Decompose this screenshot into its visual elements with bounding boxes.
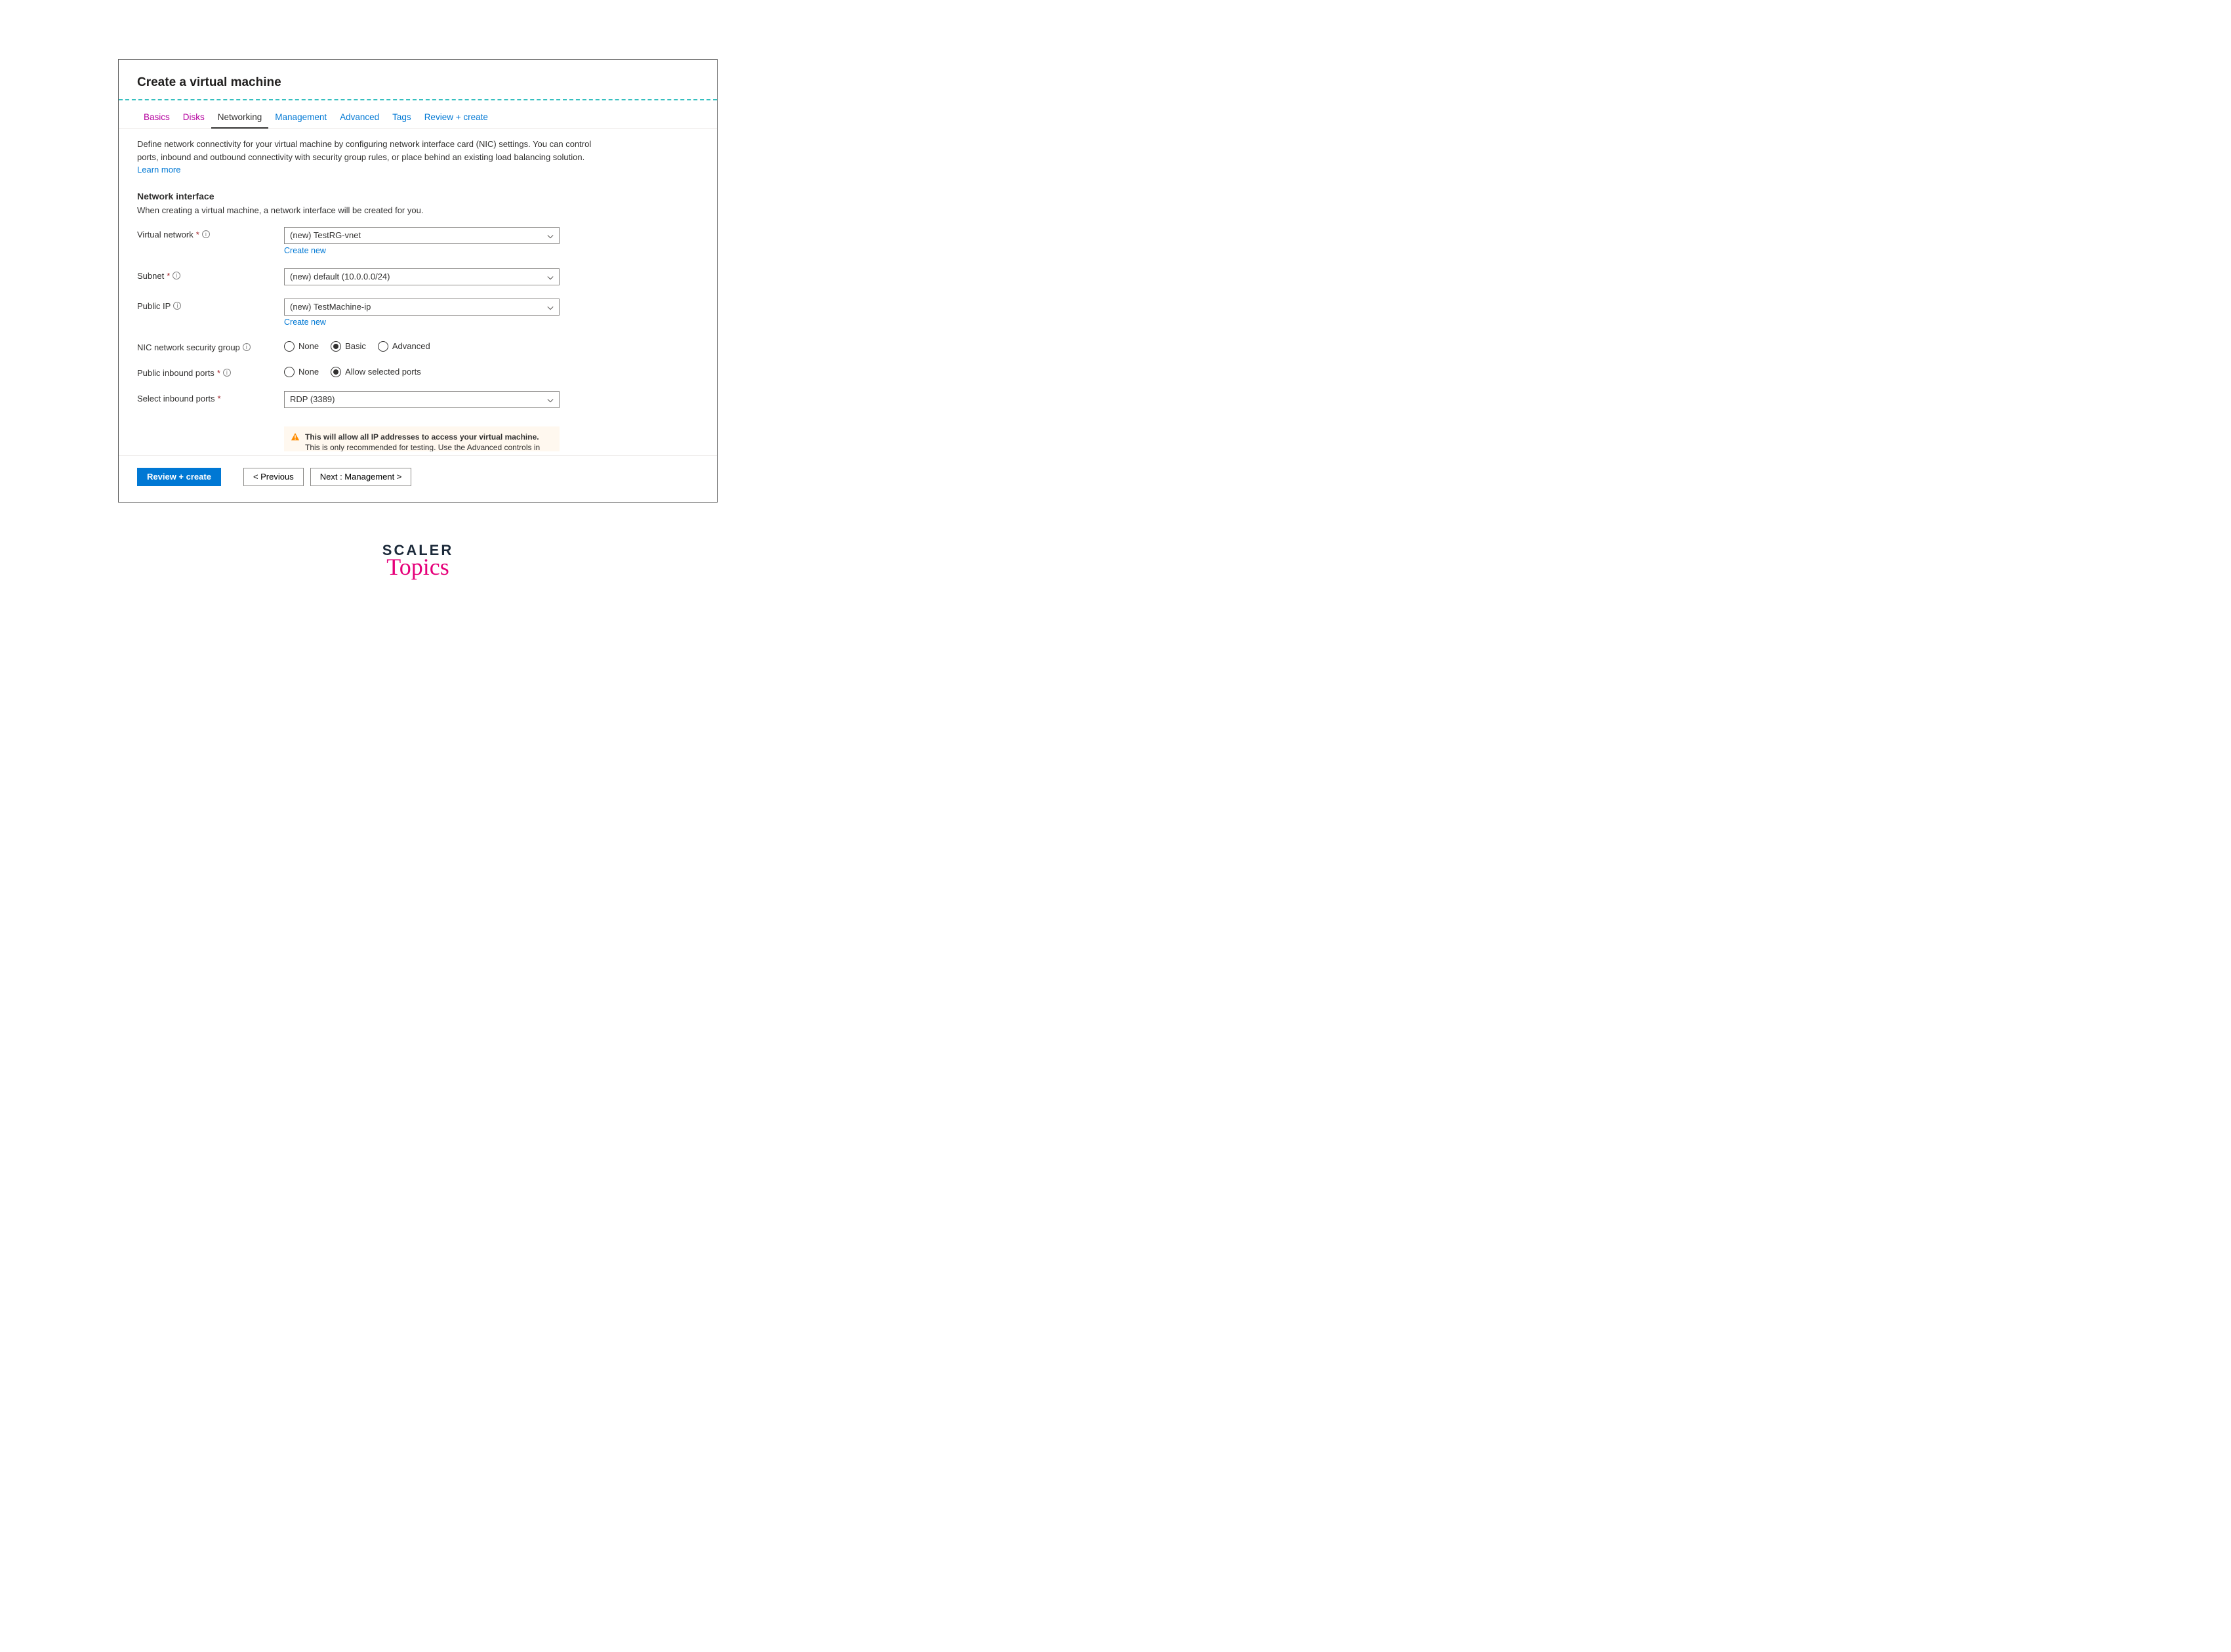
warning-icon bbox=[291, 432, 300, 442]
field-subnet: Subnet * i (new) default (10.0.0.0/24) bbox=[137, 268, 699, 285]
subnet-label: Subnet bbox=[137, 271, 164, 281]
warning-rest: This is only recommended for testing. Us… bbox=[305, 443, 540, 451]
section-subheading: When creating a virtual machine, a netwo… bbox=[137, 205, 699, 215]
wizard-footer: Review + create < Previous Next : Manage… bbox=[119, 456, 717, 502]
review-create-button[interactable]: Review + create bbox=[137, 468, 221, 486]
vnet-dropdown[interactable]: (new) TestRG-vnet bbox=[284, 227, 560, 244]
radio-icon bbox=[331, 341, 341, 352]
tab-disks[interactable]: Disks bbox=[176, 108, 211, 128]
page-title: Create a virtual machine bbox=[137, 75, 699, 90]
title-bar: Create a virtual machine bbox=[119, 60, 717, 100]
chevron-down-icon bbox=[547, 396, 554, 403]
brand-bottom: Topics bbox=[0, 555, 836, 579]
inbound-none-label: None bbox=[298, 367, 319, 377]
nsg-none-label: None bbox=[298, 341, 319, 351]
radio-icon bbox=[331, 367, 341, 377]
field-select-ports: Select inbound ports * RDP (3389) bbox=[137, 391, 699, 408]
vm-create-panel: Create a virtual machine Basics Disks Ne… bbox=[118, 59, 718, 503]
publicip-dropdown[interactable]: (new) TestMachine-ip bbox=[284, 299, 560, 316]
nsg-radio-advanced[interactable]: Advanced bbox=[378, 341, 430, 352]
chevron-down-icon bbox=[547, 232, 554, 239]
port-warning: This will allow all IP addresses to acce… bbox=[284, 426, 560, 451]
watermark: SCALER Topics bbox=[0, 542, 836, 579]
tab-networking[interactable]: Networking bbox=[211, 108, 269, 129]
required-marker: * bbox=[218, 394, 221, 403]
subnet-value: (new) default (10.0.0.0/24) bbox=[290, 272, 390, 281]
select-ports-label: Select inbound ports bbox=[137, 394, 215, 403]
radio-icon bbox=[284, 367, 295, 377]
info-icon[interactable]: i bbox=[202, 230, 210, 238]
warning-bold: This will allow all IP addresses to acce… bbox=[305, 432, 539, 442]
tab-advanced[interactable]: Advanced bbox=[333, 108, 386, 128]
field-virtual-network: Virtual network * i (new) TestRG-vnet Cr… bbox=[137, 227, 699, 255]
nsg-advanced-label: Advanced bbox=[392, 341, 430, 351]
required-marker: * bbox=[167, 271, 170, 281]
nsg-label: NIC network security group bbox=[137, 342, 240, 352]
required-marker: * bbox=[196, 230, 199, 239]
nsg-basic-label: Basic bbox=[345, 341, 366, 351]
tab-review[interactable]: Review + create bbox=[418, 108, 495, 128]
previous-button[interactable]: < Previous bbox=[243, 468, 304, 486]
select-ports-value: RDP (3389) bbox=[290, 394, 335, 404]
tab-basics[interactable]: Basics bbox=[137, 108, 176, 128]
publicip-label: Public IP bbox=[137, 301, 171, 311]
inbound-radio-allow[interactable]: Allow selected ports bbox=[331, 367, 421, 377]
vnet-label: Virtual network bbox=[137, 230, 194, 239]
chevron-down-icon bbox=[547, 304, 554, 310]
section-heading: Network interface bbox=[137, 191, 699, 201]
info-icon[interactable]: i bbox=[243, 343, 251, 351]
required-marker: * bbox=[217, 368, 220, 378]
inbound-radio-none[interactable]: None bbox=[284, 367, 319, 377]
inbound-label: Public inbound ports bbox=[137, 368, 215, 378]
radio-icon bbox=[378, 341, 388, 352]
nsg-radio-basic[interactable]: Basic bbox=[331, 341, 366, 352]
nsg-radio-none[interactable]: None bbox=[284, 341, 319, 352]
tab-description: Define network connectivity for your vir… bbox=[137, 138, 609, 176]
chevron-down-icon bbox=[547, 274, 554, 280]
subnet-dropdown[interactable]: (new) default (10.0.0.0/24) bbox=[284, 268, 560, 285]
field-inbound-ports: Public inbound ports * i None Allow sele… bbox=[137, 365, 699, 378]
tab-tags[interactable]: Tags bbox=[386, 108, 418, 128]
tab-management[interactable]: Management bbox=[268, 108, 333, 128]
inbound-allow-label: Allow selected ports bbox=[345, 367, 421, 377]
description-text: Define network connectivity for your vir… bbox=[137, 139, 591, 162]
select-ports-dropdown[interactable]: RDP (3389) bbox=[284, 391, 560, 408]
vnet-value: (new) TestRG-vnet bbox=[290, 230, 361, 240]
learn-more-link[interactable]: Learn more bbox=[137, 165, 180, 175]
info-icon[interactable]: i bbox=[223, 369, 231, 377]
field-public-ip: Public IP i (new) TestMachine-ip Create … bbox=[137, 299, 699, 327]
publicip-create-new-link[interactable]: Create new bbox=[284, 318, 326, 327]
radio-icon bbox=[284, 341, 295, 352]
field-nsg: NIC network security group i None Basic bbox=[137, 340, 699, 352]
vnet-create-new-link[interactable]: Create new bbox=[284, 246, 326, 255]
publicip-value: (new) TestMachine-ip bbox=[290, 302, 371, 312]
info-icon[interactable]: i bbox=[173, 302, 181, 310]
warning-text: This will allow all IP addresses to acce… bbox=[305, 432, 553, 450]
wizard-tabs: Basics Disks Networking Management Advan… bbox=[119, 100, 717, 129]
warning-row: This will allow all IP addresses to acce… bbox=[137, 426, 699, 451]
next-button[interactable]: Next : Management > bbox=[310, 468, 412, 486]
info-icon[interactable]: i bbox=[173, 272, 180, 279]
